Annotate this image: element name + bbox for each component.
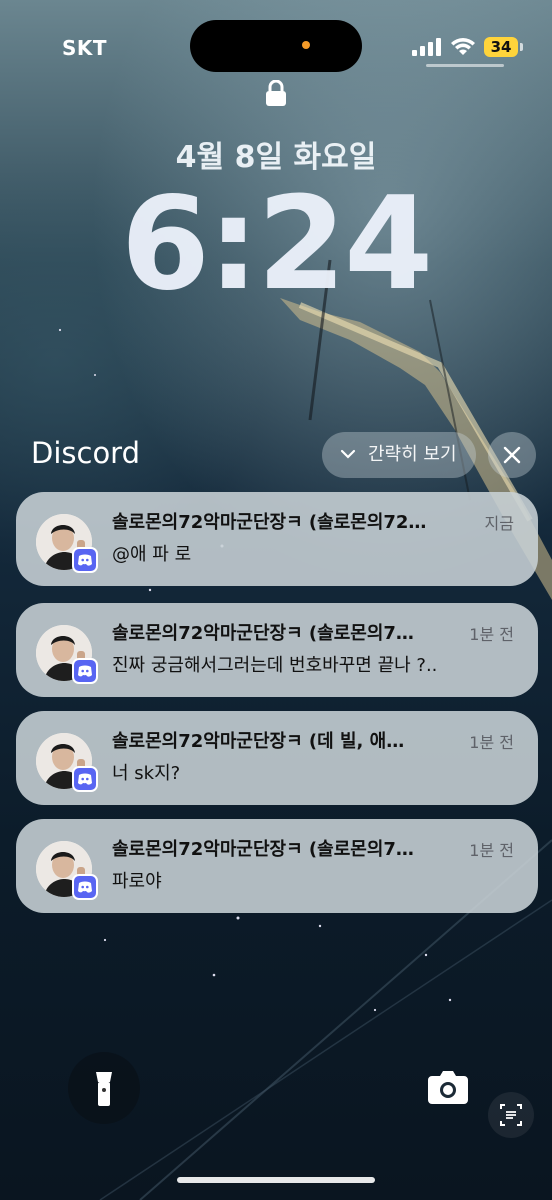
notification-card[interactable]: 솔로몬의72악마군단장ㅋ (솔로몬의7… 1분 전 파로야 <box>16 819 538 913</box>
control-center-grabber[interactable] <box>426 64 504 67</box>
camera-button[interactable] <box>412 1052 484 1124</box>
notification-title: 솔로몬의72악마군단장ㅋ (데 빌, 애… <box>112 731 405 752</box>
discord-icon <box>72 658 98 684</box>
notification-time: 1분 전 <box>469 733 514 752</box>
notification-body: 너 sk지? <box>112 763 181 784</box>
notification-body: 파로야 <box>112 871 162 892</box>
show-less-label: 간략히 보기 <box>368 444 457 465</box>
battery-tip <box>520 43 523 51</box>
notification-title: 솔로몬의72악마군단장ㅋ (솔로몬의72… <box>112 512 427 533</box>
discord-icon <box>72 547 98 573</box>
carrier-label: SKT <box>62 36 108 60</box>
dynamic-island <box>190 20 362 72</box>
close-icon <box>503 446 521 464</box>
flashlight-button[interactable] <box>68 1052 140 1124</box>
live-text-icon <box>500 1104 522 1126</box>
status-bar: SKT 34 <box>0 0 552 90</box>
lock-icon <box>266 80 286 106</box>
home-indicator[interactable] <box>177 1177 375 1183</box>
live-text-button[interactable] <box>488 1092 534 1138</box>
notification-time: 1분 전 <box>469 625 514 644</box>
notification-time: 지금 <box>484 514 514 533</box>
chevron-down-icon <box>340 449 356 459</box>
flashlight-icon <box>96 1072 112 1106</box>
wifi-icon <box>451 38 475 55</box>
lock-screen-time: 6:24 <box>120 170 433 319</box>
clear-notifications-button[interactable] <box>488 432 536 478</box>
camera-icon <box>428 1071 468 1104</box>
notification-title: 솔로몬의72악마군단장ㅋ (솔로몬의7… <box>112 839 414 860</box>
notification-card[interactable]: 솔로몬의72악마군단장ㅋ (데 빌, 애… 1분 전 너 sk지? <box>16 711 538 805</box>
discord-icon <box>72 766 98 792</box>
notification-body: 진짜 궁금해서그러는데 번호바꾸면 끝나 ?.. <box>112 655 438 676</box>
notification-body: @애 파 로 <box>112 544 192 565</box>
notification-group-app-name: Discord <box>31 436 141 470</box>
cellular-signal-icon <box>412 38 441 56</box>
notification-card[interactable]: 솔로몬의72악마군단장ㅋ (솔로몬의72… 지금 @애 파 로 <box>16 492 538 586</box>
privacy-indicator-dot <box>302 41 310 49</box>
notification-card[interactable]: 솔로몬의72악마군단장ㅋ (솔로몬의7… 1분 전 진짜 궁금해서그러는데 번호… <box>16 603 538 697</box>
battery-indicator: 34 <box>484 37 518 57</box>
notification-time: 1분 전 <box>469 841 514 860</box>
show-less-button[interactable]: 간략히 보기 <box>322 432 476 478</box>
notification-title: 솔로몬의72악마군단장ㅋ (솔로몬의7… <box>112 623 414 644</box>
discord-icon <box>72 874 98 900</box>
